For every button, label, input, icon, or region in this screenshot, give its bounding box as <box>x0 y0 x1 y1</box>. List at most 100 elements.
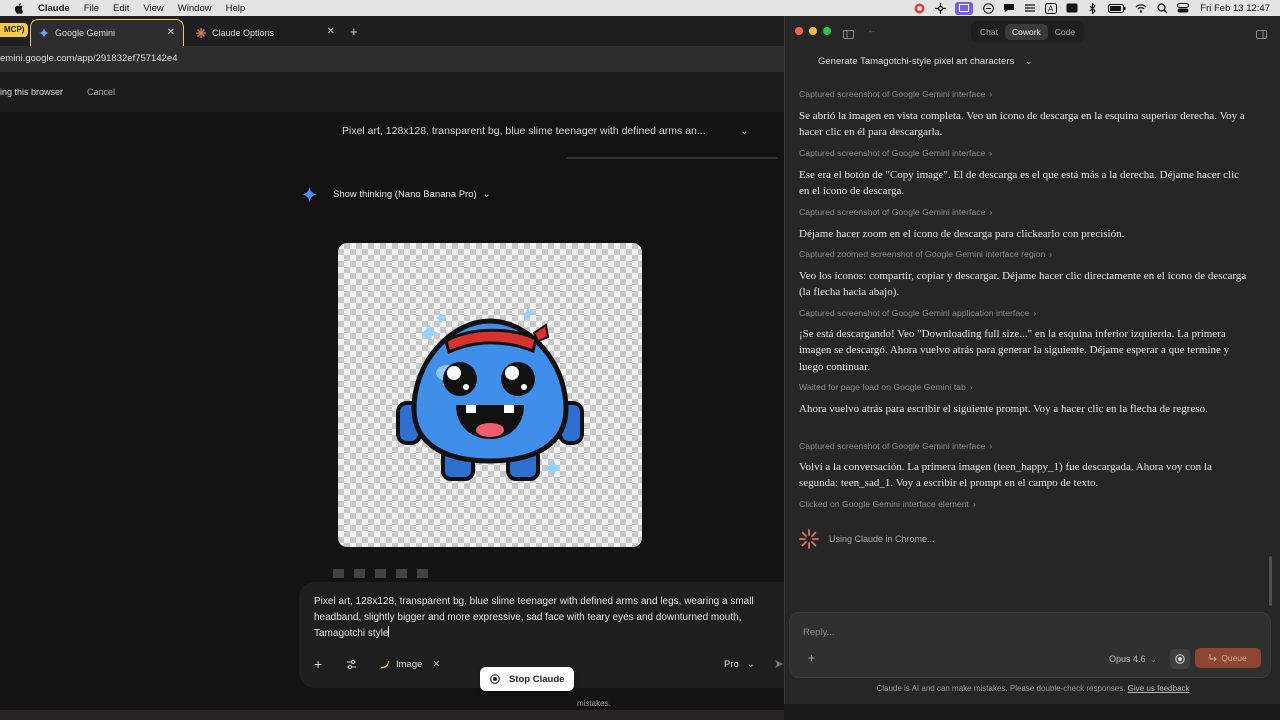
remove-tool-icon[interactable]: ✕ <box>432 659 440 670</box>
close-icon[interactable]: ✕ <box>327 26 335 37</box>
tool-step[interactable]: Captured screenshot of Google Gemini int… <box>799 441 1247 451</box>
zoom-window-icon[interactable] <box>823 27 831 35</box>
feedback-link[interactable]: Give us feedback <box>1128 684 1190 693</box>
tab-strip: MCP) Google Gemini ✕ Claude Options ✕ + <box>0 16 784 46</box>
claude-titlebar: ← Chat Cowork Code <box>785 16 1280 46</box>
tools-icon[interactable] <box>346 659 357 670</box>
more-icon[interactable] <box>417 565 428 578</box>
record-button[interactable] <box>1170 649 1190 669</box>
model-selector[interactable]: Opus 4.6 ⌄ <box>1109 654 1157 665</box>
sidebar-toggle-icon[interactable] <box>843 26 854 39</box>
scrollbar[interactable] <box>1269 556 1272 606</box>
new-tab-icon[interactable]: + <box>350 24 358 39</box>
chevron-right-icon: › <box>989 441 993 451</box>
step-text: Captured zoomed screenshot of Google Gem… <box>799 249 1046 259</box>
infobar-cancel-button[interactable]: Cancel <box>87 87 115 97</box>
regenerate-icon[interactable] <box>375 565 386 578</box>
prompt-input[interactable]: Pixel art, 128x128, transparent bg, blue… <box>314 594 776 642</box>
menu-window[interactable]: Window <box>178 3 212 14</box>
search-icon[interactable] <box>1156 2 1168 14</box>
apple-icon[interactable] <box>12 1 26 15</box>
show-thinking-toggle[interactable]: Show thinking (Nano Banana Pro) ⌄ <box>302 187 491 202</box>
chat-icon[interactable] <box>1003 3 1015 14</box>
add-icon[interactable]: + <box>314 656 322 672</box>
mcp-badge: MCP) <box>0 23 29 37</box>
back-arrow-icon[interactable]: ← <box>867 25 877 36</box>
extension-icon[interactable] <box>934 2 946 14</box>
generated-image[interactable] <box>338 243 642 547</box>
assistant-message: Ese era el botón de "Copy image". El de … <box>799 169 1240 198</box>
share-icon[interactable] <box>396 565 407 578</box>
status-text: Using Claude in Chrome... <box>829 534 935 544</box>
text-input-icon[interactable]: A <box>1045 2 1058 14</box>
infobar-text: ing this browser <box>0 87 64 97</box>
url-bar[interactable]: emini.google.com/app/291832ef757142e4 <box>0 46 784 72</box>
wifi-icon[interactable] <box>1135 3 1147 14</box>
mail-icon[interactable] <box>1066 3 1078 14</box>
minimize-window-icon[interactable] <box>809 27 817 35</box>
tab-google-gemini[interactable]: Google Gemini ✕ <box>30 19 184 46</box>
claude-spinner-icon <box>799 529 819 549</box>
tool-step[interactable]: Captured screenshot of Google Gemini int… <box>799 148 1247 158</box>
tool-step[interactable]: Captured screenshot of Google Gemini int… <box>799 207 1247 217</box>
tool-step[interactable]: Clicked on Google Gemini interface eleme… <box>799 499 1247 509</box>
send-icon[interactable] <box>774 659 784 669</box>
menu-app-name[interactable]: Claude <box>38 3 70 14</box>
status-indicator: Using Claude in Chrome... <box>799 529 935 549</box>
mode-cowork-tab[interactable]: Cowork <box>1004 23 1048 40</box>
chevron-right-icon: › <box>989 89 993 99</box>
model-label: Pro <box>724 658 739 670</box>
chevron-right-icon: › <box>1049 249 1053 259</box>
model-selector[interactable]: Pro ⌄ <box>724 659 755 670</box>
claude-favicon-icon <box>196 27 206 38</box>
close-window-icon[interactable] <box>795 27 803 35</box>
bluetooth-icon[interactable] <box>1087 2 1099 14</box>
chevron-down-icon: ⌄ <box>482 189 491 200</box>
menubar-clock[interactable]: Fri Feb 13 12:47 <box>1200 3 1270 14</box>
tab-claude-options[interactable]: Claude Options ✕ <box>188 19 343 46</box>
thumbs-down-icon[interactable] <box>354 565 365 578</box>
reply-input[interactable]: Reply... <box>803 627 835 638</box>
mode-chat-tab[interactable]: Chat <box>973 24 1005 40</box>
tool-step[interactable]: Captured screenshot of Google Gemini app… <box>799 308 1247 318</box>
screen-icon[interactable] <box>955 1 974 15</box>
user-prompt-text: Pixel art, 128x128, transparent bg, blue… <box>342 125 706 137</box>
tab-label: Claude Options <box>212 27 275 38</box>
panel-toggle-icon[interactable] <box>1256 26 1267 39</box>
menu-help[interactable]: Help <box>226 3 246 14</box>
menu-icon[interactable] <box>1024 3 1036 14</box>
browser-window: MCP) Google Gemini ✕ Claude Options ✕ + … <box>0 16 784 720</box>
stop-icon <box>490 674 500 684</box>
user-prompt-bubble[interactable]: Pixel art, 128x128, transparent bg, blue… <box>342 125 749 137</box>
assistant-message: Volví a la conversación. La primera imag… <box>799 461 1212 490</box>
menubar: Claude File Edit View Window Help A Fri … <box>0 0 1280 16</box>
chevron-down-icon: ⌄ <box>1149 654 1158 664</box>
menu-view[interactable]: View <box>143 3 163 14</box>
thumbs-up-icon[interactable] <box>333 565 344 578</box>
step-text: Captured screenshot of Google Gemini app… <box>799 308 1030 318</box>
record-icon[interactable] <box>913 3 925 14</box>
prompt-scroll-indicator <box>566 157 778 159</box>
tool-step[interactable]: Captured zoomed screenshot of Google Gem… <box>799 249 1247 259</box>
stop-claude-button[interactable]: Stop Claude <box>480 667 574 691</box>
mode-switcher: Chat Cowork Code <box>971 21 1085 42</box>
assistant-message: Déjame hacer zoom en el ícono de descarg… <box>799 228 1125 240</box>
record-icon <box>1175 654 1185 664</box>
image-tool-chip[interactable]: Image ✕ <box>379 659 440 670</box>
control-center-icon[interactable] <box>1177 3 1190 14</box>
menu-edit[interactable]: Edit <box>113 3 129 14</box>
add-attachment-icon[interactable]: + <box>808 651 815 665</box>
globe-icon[interactable] <box>982 2 994 14</box>
tool-step[interactable]: Captured screenshot of Google Gemini int… <box>799 89 1247 99</box>
chevron-down-icon[interactable]: ⌄ <box>740 125 749 137</box>
banana-icon <box>381 660 389 668</box>
queue-label: Queue <box>1221 653 1247 663</box>
menu-file[interactable]: File <box>84 3 99 14</box>
battery-icon[interactable] <box>1108 3 1126 14</box>
task-title-dropdown[interactable]: Generate Tamagotchi-style pixel art char… <box>818 56 1033 67</box>
mode-code-tab[interactable]: Code <box>1048 24 1082 40</box>
queue-button[interactable]: Queue <box>1195 648 1261 668</box>
close-icon[interactable]: ✕ <box>167 27 175 38</box>
reply-composer[interactable]: Reply... + Opus 4.6 ⌄ Queue <box>789 612 1271 678</box>
tool-step[interactable]: Waited for page load on Google Gemini ta… <box>799 382 1247 392</box>
